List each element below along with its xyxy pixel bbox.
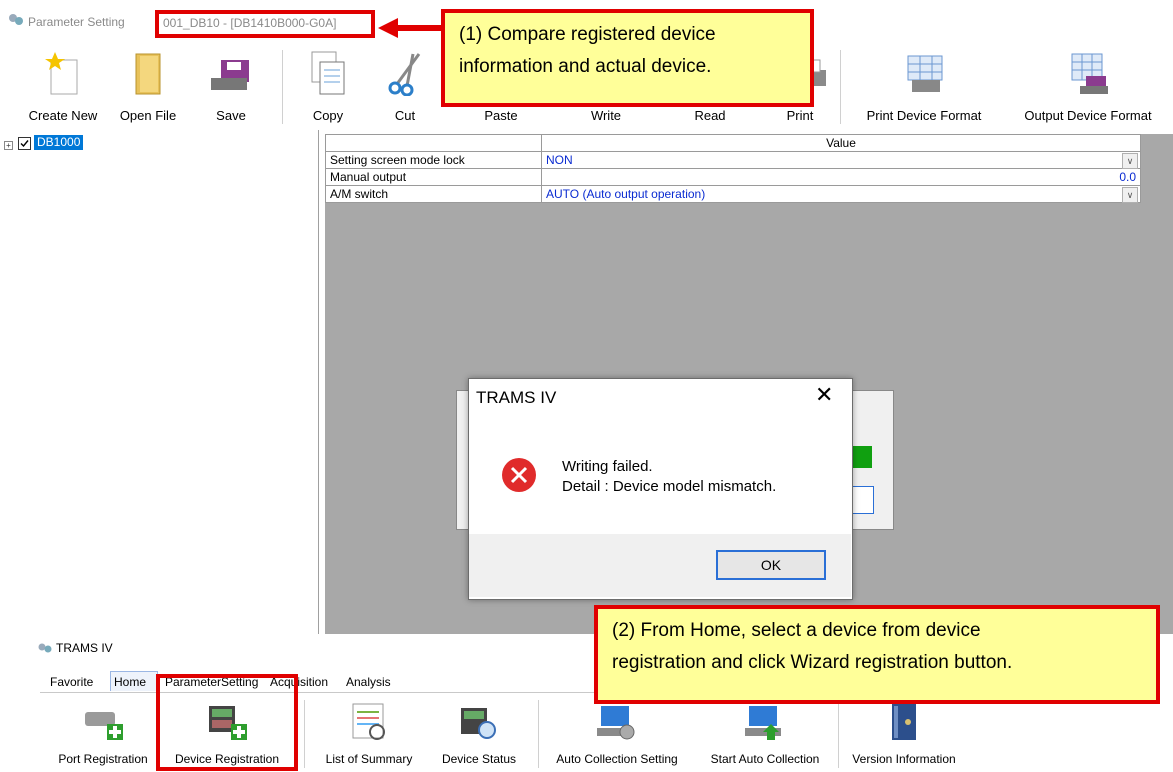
dialog-title: TRAMS IV <box>476 388 557 407</box>
open-folder-icon <box>135 53 161 95</box>
cut-label: Cut <box>394 108 416 123</box>
list-summary-icon <box>352 703 385 740</box>
background-dialog-button[interactable] <box>850 486 874 514</box>
list-of-summary-label: List of Summary <box>325 752 413 766</box>
auto-collection-setting-icon <box>597 706 635 740</box>
callout-device-registration: (2) From Home, select a device from devi… <box>594 605 1160 704</box>
copy-label: Copy <box>312 108 344 123</box>
callout-line: registration and click Wizard registrati… <box>612 652 1013 673</box>
print-format-icon <box>907 55 943 92</box>
callout-line: (2) From Home, select a device from devi… <box>612 620 981 641</box>
open-file-label: Open File <box>119 108 177 123</box>
close-icon[interactable]: ✕ <box>815 384 833 406</box>
table-row: A/M switch AUTO (Auto output operation) … <box>325 185 1141 203</box>
auto-collection-setting-label: Auto Collection Setting <box>556 752 678 766</box>
port-registration-button[interactable]: Port Registration <box>46 700 160 770</box>
tree-item-db1000[interactable]: DB1000 <box>34 135 84 150</box>
window-title: Parameter Setting <box>28 15 125 29</box>
start-auto-collection-icon <box>745 706 781 740</box>
output-device-format-label: Output Device Format <box>1024 108 1152 123</box>
param-value: AUTO (Auto output operation) <box>546 187 706 201</box>
dialog-message-line2: Detail : Device model mismatch. <box>562 478 777 495</box>
ok-button[interactable]: OK <box>716 550 826 580</box>
param-value-select[interactable]: NON ∨ <box>541 151 1141 169</box>
port-registration-icon <box>85 712 123 740</box>
paste-label: Paste <box>484 108 518 123</box>
menu-analysis[interactable]: Analysis <box>346 675 391 689</box>
param-name: Setting screen mode lock <box>325 151 542 169</box>
chevron-down-icon[interactable]: ∨ <box>1122 187 1138 203</box>
create-new-icon <box>45 52 78 95</box>
param-value: NON <box>546 153 573 167</box>
save-disk-icon <box>211 60 249 90</box>
main-window-title: TRAMS IV <box>56 641 113 655</box>
toolbar-separator <box>282 50 283 124</box>
callout-line: (1) Compare registered device <box>459 24 716 45</box>
scissors-icon <box>388 53 421 96</box>
version-information-button[interactable]: Version Information <box>842 700 966 770</box>
version-info-icon <box>892 704 916 740</box>
table-row: Manual output 0.0 <box>325 168 1141 186</box>
error-icon <box>502 458 536 492</box>
progress-indicator <box>850 446 872 468</box>
ribbon-separator <box>304 700 305 768</box>
save-button[interactable]: Save <box>196 44 266 128</box>
ribbon-separator <box>838 700 839 768</box>
tree-expand-toggle[interactable]: + <box>4 141 13 150</box>
copy-button[interactable]: Copy <box>296 44 360 128</box>
create-new-button[interactable]: Create New <box>18 44 108 128</box>
print-device-format-label: Print Device Format <box>866 108 982 123</box>
cut-button[interactable]: Cut <box>370 44 440 128</box>
list-of-summary-button[interactable]: List of Summary <box>314 700 424 770</box>
start-auto-collection-button[interactable]: Start Auto Collection <box>696 700 834 770</box>
output-device-format-button[interactable]: Output Device Format <box>1010 44 1166 128</box>
save-label: Save <box>216 108 246 123</box>
app-icon <box>9 14 23 25</box>
auto-collection-setting-button[interactable]: Auto Collection Setting <box>542 700 692 770</box>
device-status-label: Device Status <box>441 752 517 766</box>
dialog-message-line1: Writing failed. <box>562 458 653 475</box>
grid-header-value: Value <box>541 134 1141 152</box>
callout-compare: (1) Compare registered device informatio… <box>441 9 814 107</box>
open-file-button[interactable]: Open File <box>108 44 188 128</box>
print-device-format-button[interactable]: Print Device Format <box>846 44 1002 128</box>
device-status-icon <box>461 708 496 739</box>
param-name: A/M switch <box>325 185 542 203</box>
device-registration-highlight <box>156 674 298 771</box>
menu-favorite[interactable]: Favorite <box>50 675 93 689</box>
parameter-grid: Value Setting screen mode lock NON ∨ Man… <box>325 134 1141 203</box>
checkmark-icon <box>20 140 29 148</box>
port-registration-label: Port Registration <box>58 752 148 766</box>
read-label: Read <box>694 108 726 123</box>
menu-home[interactable]: Home <box>114 675 146 689</box>
callout-arrow <box>378 18 444 38</box>
tree-checkbox[interactable] <box>18 137 31 150</box>
chevron-down-icon[interactable]: ∨ <box>1122 153 1138 169</box>
write-label: Write <box>590 108 622 123</box>
device-tree <box>0 130 319 634</box>
param-value-select[interactable]: AUTO (Auto output operation) ∨ <box>541 185 1141 203</box>
create-new-label: Create New <box>28 108 98 123</box>
toolbar-separator <box>840 50 841 124</box>
param-value-input[interactable]: 0.0 <box>541 168 1141 186</box>
output-format-icon <box>1071 53 1108 94</box>
param-name: Manual output <box>325 168 542 186</box>
start-auto-collection-label: Start Auto Collection <box>710 752 820 766</box>
ribbon-separator <box>538 700 539 768</box>
copy-document-icon <box>311 51 345 95</box>
app-icon <box>38 643 52 653</box>
grid-header-name <box>325 134 542 152</box>
version-information-label: Version Information <box>852 752 956 766</box>
callout-line: information and actual device. <box>459 56 712 77</box>
table-row: Setting screen mode lock NON ∨ <box>325 151 1141 169</box>
window-title-path: 001_DB10 - [DB1410B000-G0A] <box>163 16 337 30</box>
device-status-button[interactable]: Device Status <box>432 700 526 770</box>
print-label: Print <box>786 108 814 123</box>
